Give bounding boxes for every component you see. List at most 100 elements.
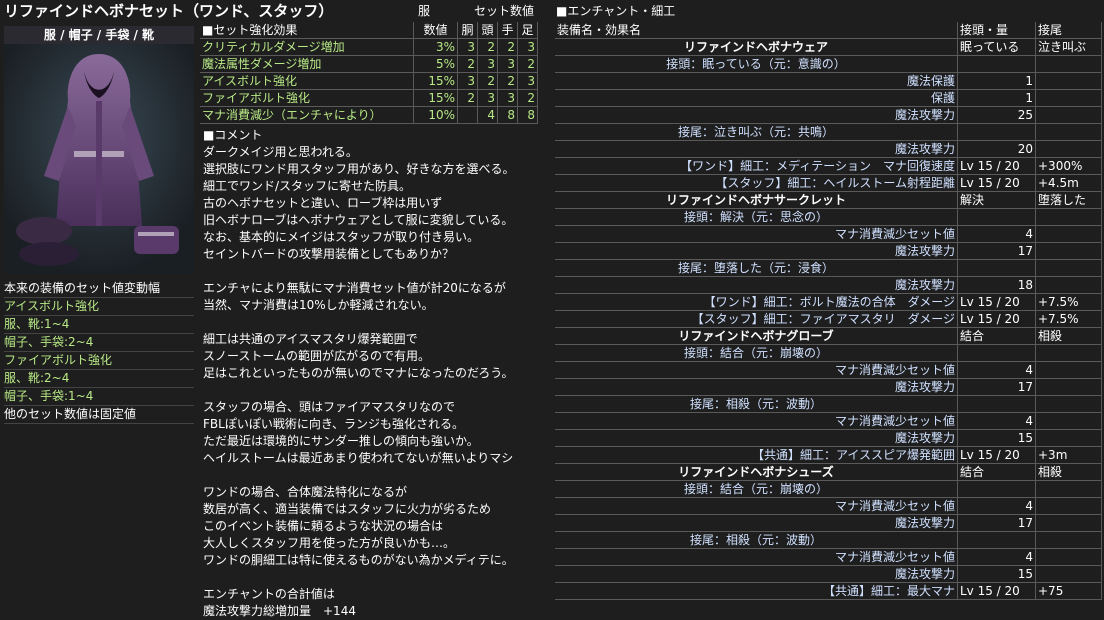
enchant-suffix: 相殺	[1036, 328, 1102, 345]
comment-line	[203, 569, 551, 586]
enchant-name: 【ワンド】細工：ボルト魔法の合体 ダメージ	[555, 294, 958, 311]
enchant-suffix	[1036, 260, 1102, 277]
enchant-suffix: +7.5%	[1036, 294, 1102, 311]
set-effect-b: 4	[478, 107, 498, 124]
enchant-name: 魔法攻撃力	[555, 243, 958, 260]
enchant-name: 接尾：相殺（元：波動）	[555, 532, 958, 549]
enchant-qty: 結合	[958, 328, 1036, 345]
enchant-suffix	[1036, 277, 1102, 294]
set-effects-col-col_body: 胴	[458, 22, 478, 39]
enchant-row-eff: 魔法攻撃力 17	[555, 379, 1102, 396]
enchant-qty: 4	[958, 362, 1036, 379]
set-effect-value: 5%	[414, 56, 458, 73]
comment-line: ワンドの場合、合体魔法特化になるが	[203, 485, 408, 499]
enchant-name: リファインドヘボナサークレット	[555, 192, 958, 209]
enchant-col-col_qty: 接頭・量	[958, 22, 1036, 39]
left-note-line: 帽子、手袋:2~4	[4, 334, 194, 352]
enchant-row-eff: マナ消費減少セット値 4	[555, 362, 1102, 379]
enchant-row-eff: 魔法攻撃力 17	[555, 515, 1102, 532]
enchant-qty: 15	[958, 430, 1036, 447]
enchant-suffix: 相殺	[1036, 464, 1102, 481]
enchant-suffix	[1036, 243, 1102, 260]
set-effect-a: 2	[458, 56, 478, 73]
enchant-qty: 4	[958, 226, 1036, 243]
enchant-qty: Lv 15 / 20	[958, 311, 1036, 328]
enchant-row-pre: 接尾：泣き叫ぶ（元：共鳴）	[555, 124, 1102, 141]
left-note-line: 他のセット数値は固定値	[4, 406, 194, 424]
comment-line: 選択肢にワンド用スタッフ用があり、好きな方を選べる。	[203, 162, 515, 176]
enchant-row-eff: 魔法保護 1	[555, 73, 1102, 90]
enchant-suffix: +4.5m	[1036, 175, 1102, 192]
enchant-suffix	[1036, 226, 1102, 243]
set-effect-row: ファイアボルト強化 15% 2 3 3 2	[200, 90, 560, 107]
left-note-line: 服、靴:1~4	[4, 316, 194, 334]
enchant-name: 魔法攻撃力	[555, 430, 958, 447]
set-effects-col-header: ■セット強化効果	[200, 22, 414, 39]
left-note-line: 帽子、手袋:1~4	[4, 388, 194, 406]
set-effect-name: クリティカルダメージ増加	[200, 39, 414, 56]
comment-line: 旧ヘボナローブはヘボナウェアとして服に変貌している。	[203, 213, 514, 227]
set-effect-d: 8	[518, 107, 538, 124]
enchant-qty	[958, 481, 1036, 498]
enchant-qty: 15	[958, 566, 1036, 583]
comment-line: 細工は共通のアイスマスタリ爆発範囲で	[203, 332, 418, 346]
set-effect-a: 2	[458, 90, 478, 107]
comment-line: ワンドの胴細工は特に使えるものがない為かメディテに。	[203, 553, 514, 567]
enchant-name: リファインドヘボナグローブ	[555, 328, 958, 345]
enchant-qty: 眠っている	[958, 39, 1036, 56]
enchant-suffix	[1036, 396, 1102, 413]
enchant-name: 魔法攻撃力	[555, 515, 958, 532]
robe-illustration	[4, 44, 194, 274]
enchant-col-col_name: 装備名・効果名	[555, 22, 958, 39]
comment-line: FBLぽいぽい戦術に向き、ランジも強化される。	[203, 417, 464, 431]
enchant-name: リファインドヘボナシューズ	[555, 464, 958, 481]
enchant-suffix	[1036, 345, 1102, 362]
set-effect-value: 15%	[414, 90, 458, 107]
comment-block: ■コメント ダークメイジ用と思われる。 選択肢にワンド用スタッフ用があり、好きな方を…	[203, 128, 551, 620]
comment-line: ダークメイジ用と思われる。	[203, 145, 358, 159]
enchant-name: マナ消費減少セット値	[555, 226, 958, 243]
comment-line: エンチャにより無駄にマナ消費セット値が計20になるが	[203, 281, 506, 295]
enchant-row-eff: 魔法攻撃力 25	[555, 107, 1102, 124]
set-effect-a: 3	[458, 73, 478, 90]
enchant-row-eff: 魔法攻撃力 17	[555, 243, 1102, 260]
set-effect-a: 3	[458, 39, 478, 56]
enchant-suffix: +7.5%	[1036, 311, 1102, 328]
enchant-qty: 20	[958, 141, 1036, 158]
comment-line: 細工でワンド/スタッフに寄せた防具。	[203, 179, 412, 193]
enchant-row-craft: 【スタッフ】細工：ヘイルストーム射程距離 Lv 15 / 20 +4.5m	[555, 175, 1102, 192]
enchant-qty: Lv 15 / 20	[958, 294, 1036, 311]
enchant-suffix: +3m	[1036, 447, 1102, 464]
set-effect-name: アイスボルト強化	[200, 73, 414, 90]
enchant-name: 接頭：結合（元：崩壊の）	[555, 345, 958, 362]
comment-line: 大人しくスタッフ用を使った方が良いかも…。	[203, 536, 456, 550]
enchant-suffix	[1036, 430, 1102, 447]
spreadsheet: リファインドヘボナセット（ワンド、スタッフ） 服 セット数値 ■エンチャント・細…	[0, 0, 1104, 618]
enchant-suffix	[1036, 90, 1102, 107]
enchant-qty	[958, 532, 1036, 549]
enchant-suffix	[1036, 362, 1102, 379]
page-title: リファインドヘボナセット（ワンド、スタッフ）	[4, 2, 334, 20]
left-note-line: アイスボルト強化	[4, 298, 194, 316]
enchant-suffix: 堕落した	[1036, 192, 1102, 209]
set-effects-col-col_value: 数値	[414, 22, 458, 39]
enchant-qty	[958, 396, 1036, 413]
enchant-suffix	[1036, 209, 1102, 226]
enchant-qty	[958, 56, 1036, 73]
enchant-qty: 4	[958, 549, 1036, 566]
set-effect-a	[458, 107, 478, 124]
enchant-row-item: リファインドヘボナシューズ 結合 相殺	[555, 464, 1102, 481]
set-effect-c: 2	[498, 39, 518, 56]
enchant-suffix	[1036, 532, 1102, 549]
set-effect-name: 魔法属性ダメージ増加	[200, 56, 414, 73]
set-effect-d: 2	[518, 56, 538, 73]
enchant-qty: Lv 15 / 20	[958, 583, 1036, 600]
set-effect-name: マナ消費減少（エンチャにより）	[200, 107, 414, 124]
set-effect-b: 3	[478, 90, 498, 107]
comment-line: ヘイルストームは最近あまり使われてないが無いよりマシ	[203, 451, 514, 465]
set-effect-d: 3	[518, 39, 538, 56]
set-effects-col-col_head: 頭	[478, 22, 498, 39]
enchant-suffix	[1036, 549, 1102, 566]
set-effect-value: 15%	[414, 73, 458, 90]
enchant-suffix	[1036, 481, 1102, 498]
